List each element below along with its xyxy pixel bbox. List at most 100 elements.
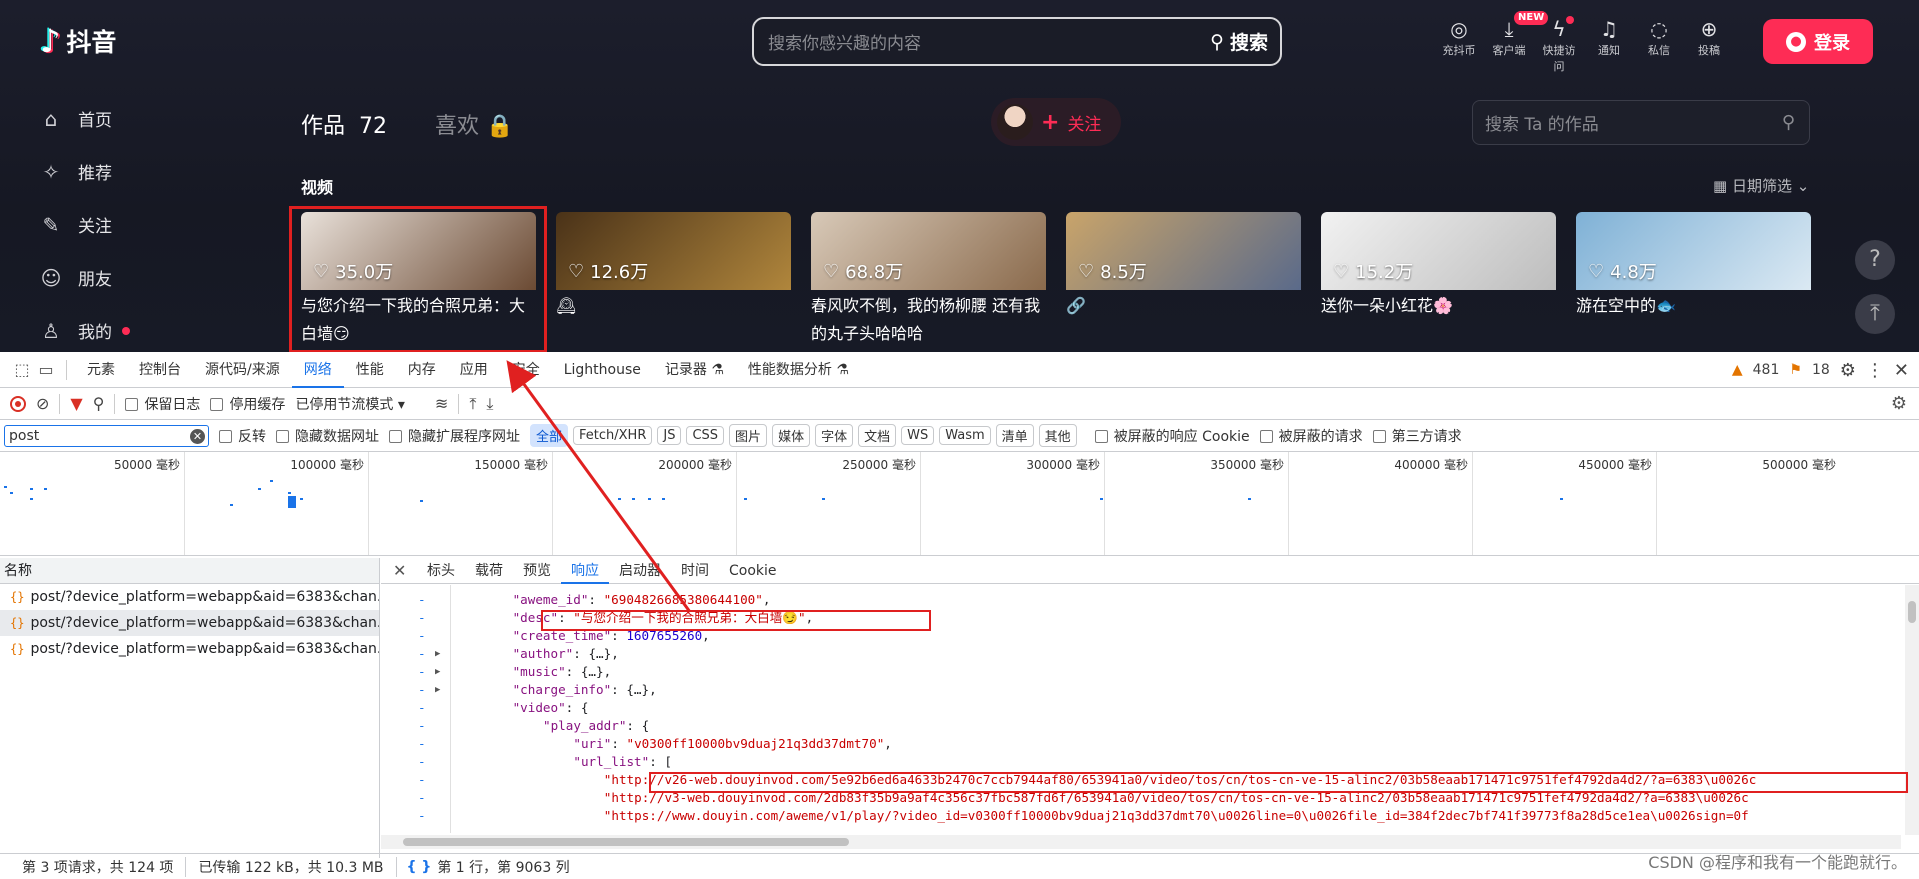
pretty-print-icon[interactable]: { } [397,859,438,875]
type-filter-chip[interactable]: 其他 [1038,424,1077,447]
clear-icon[interactable]: ⊘ [36,394,49,413]
video-title[interactable]: 🕰 [556,292,791,320]
video-title[interactable]: 🔗 [1066,292,1301,320]
close-detail-icon[interactable]: ✕ [393,561,417,580]
video-card[interactable]: ♡ 68.8万 春风吹不倒，我的杨柳腰 还有我的丸子头哈哈哈 [811,212,1046,348]
scroll-thumb[interactable] [403,838,849,846]
sidebar-item-recommend[interactable]: ✧ 推荐 [40,145,130,198]
type-filter-chip[interactable]: 媒体 [772,424,811,447]
search-icon[interactable]: ⚲ [93,394,105,413]
third-party-checkbox[interactable]: 第三方请求 [1372,426,1462,446]
follow-button[interactable]: + 关注 [991,98,1121,146]
name-column-header[interactable]: 名称 [0,558,379,584]
invert-checkbox[interactable]: 反转 [219,426,266,446]
devtools-tab[interactable]: 安全 [500,352,552,388]
type-filter-chip[interactable]: 字体 [815,424,854,447]
warning-icon[interactable]: ▲ [1732,362,1743,378]
sidebar-item-home[interactable]: ⌂ 首页 [40,92,130,145]
devtools-tab[interactable]: 源代码/来源 [193,352,292,388]
devtools-tab[interactable]: 元素 [75,352,127,388]
vertical-scrollbar[interactable] [1905,585,1919,835]
request-row[interactable]: {} post/?device_platform=webapp&aid=6383&… [0,636,379,662]
blocked-cookies-checkbox[interactable]: 被屏蔽的响应 Cookie [1094,426,1250,446]
sidebar-item-friends[interactable]: ☺ 朋友 [40,251,130,304]
video-card[interactable]: ♡ 15.2万 送你一朵小红花🌸 [1321,212,1556,348]
top-icon-lightning[interactable]: ϟ 快捷访问 [1538,16,1580,74]
detail-tab[interactable]: Cookie [719,558,787,584]
video-thumbnail[interactable]: ♡ 12.6万 [556,212,791,290]
video-title[interactable]: 春风吹不倒，我的杨柳腰 还有我的丸子头哈哈哈 [811,292,1046,348]
inspect-icon[interactable]: ⬚ [10,360,34,379]
type-filter-chip[interactable]: 图片 [729,424,768,447]
devtools-tab[interactable]: 应用 [448,352,500,388]
detail-tab[interactable]: 启动器 [609,558,671,584]
devtools-tab[interactable]: 控制台 [127,352,193,388]
wifi-icon[interactable]: ≋ [435,394,448,413]
detail-tab[interactable]: 载荷 [465,558,513,584]
devtools-tab[interactable]: 性能 [344,352,396,388]
filter-input[interactable]: post ✕ [4,424,209,447]
type-filter-chip[interactable]: 清单 [995,424,1034,447]
throttling-select[interactable]: 已停用节流模式 ▾ [295,394,404,414]
scroll-thumb[interactable] [1908,601,1916,623]
works-search[interactable]: 搜索 Ta 的作品 ⚲ [1472,100,1810,145]
export-icon[interactable]: ⤓ [486,394,493,414]
hide-data-urls-checkbox[interactable]: 隐藏数据网址 [276,426,379,446]
video-thumbnail[interactable]: ♡ 8.5万 [1066,212,1301,290]
video-card[interactable]: ♡ 8.5万 🔗 [1066,212,1301,348]
tab-likes[interactable]: 喜欢 🔒 [435,108,513,140]
type-filter-chip[interactable]: 全部 [530,424,569,447]
network-settings-icon[interactable]: ⚙ [1891,393,1907,414]
video-card[interactable]: ♡ 12.6万 🕰 [556,212,791,348]
device-toggle-icon[interactable]: ▭ [34,360,58,379]
search-button[interactable]: ⚲ 搜索 [1210,28,1280,55]
top-icon-upload[interactable]: ⊕ 投稿 [1688,16,1730,74]
video-thumbnail[interactable]: ♡ 15.2万 [1321,212,1556,290]
type-filter-chip[interactable]: Fetch/XHR [573,426,653,445]
date-filter[interactable]: ▦ 日期筛选 ⌄ [1713,175,1809,196]
settings-gear-icon[interactable]: ⚙ [1840,360,1856,381]
issues-icon[interactable]: ⚑ [1789,362,1802,378]
type-filter-chip[interactable]: JS [657,426,682,445]
devtools-tab[interactable]: 内存 [396,352,448,388]
top-icon-bell[interactable]: ♫ 通知 [1588,16,1630,74]
type-filter-chip[interactable]: CSS [686,426,725,445]
filter-icon[interactable]: ▼ [70,394,82,413]
login-button[interactable]: ● 登录 [1763,19,1873,64]
search-input[interactable]: 搜索你感兴趣的内容 [768,29,1210,54]
type-filter-chip[interactable]: WS [901,426,935,445]
import-icon[interactable]: ⤒ [469,394,476,414]
hide-extension-urls-checkbox[interactable]: 隐藏扩展程序网址 [389,426,520,446]
back-to-top-icon[interactable]: ⤒ [1855,294,1895,334]
video-title[interactable]: 游在空中的🐟 [1576,292,1811,320]
record-icon[interactable] [10,395,26,412]
search-bar[interactable]: 搜索你感兴趣的内容 ⚲ 搜索 [752,17,1282,66]
type-filter-chip[interactable]: Wasm [939,426,991,445]
detail-tab[interactable]: 时间 [671,558,719,584]
video-thumbnail[interactable]: ♡ 68.8万 [811,212,1046,290]
video-card[interactable]: ♡ 4.8万 游在空中的🐟 [1576,212,1811,348]
devtools-tab[interactable]: Lighthouse [552,352,653,388]
request-row[interactable]: {} post/?device_platform=webapp&aid=6383&… [0,610,379,636]
clear-filter-icon[interactable]: ✕ [190,428,205,444]
expand-triangle-icon[interactable]: ▶ [435,681,440,699]
sidebar-item-follow[interactable]: ✎ 关注 [40,198,130,251]
video-thumbnail[interactable]: ♡ 4.8万 [1576,212,1811,290]
detail-tab[interactable]: 预览 [513,558,561,584]
works-search-input[interactable]: 搜索 Ta 的作品 [1485,110,1782,135]
network-timeline[interactable]: 50000 毫秒 100000 毫秒 150000 毫秒 200000 毫秒 25000… [0,452,1919,556]
close-icon[interactable]: ✕ [1894,360,1909,381]
top-icon-coin[interactable]: ◎ 充抖币 [1438,16,1480,74]
sidebar-item-me[interactable]: ♙ 我的 [40,304,130,352]
video-title[interactable]: 送你一朵小红花🌸 [1321,292,1556,320]
expand-triangle-icon[interactable]: ▶ [435,663,440,681]
expand-triangle-icon[interactable]: ▶ [435,645,440,663]
devtools-tab[interactable]: 记录器 ⚗ [653,352,736,388]
tab-works[interactable]: 作品 72 [301,108,387,140]
disable-cache-checkbox[interactable]: 停用缓存 [210,394,285,414]
detail-tab[interactable]: 标头 [417,558,465,584]
top-icon-message[interactable]: ◌ 私信 [1638,16,1680,74]
horizontal-scrollbar[interactable] [381,835,1901,849]
devtools-tab[interactable]: 网络 [291,352,344,388]
request-row[interactable]: {} post/?device_platform=webapp&aid=6383&… [0,584,379,610]
